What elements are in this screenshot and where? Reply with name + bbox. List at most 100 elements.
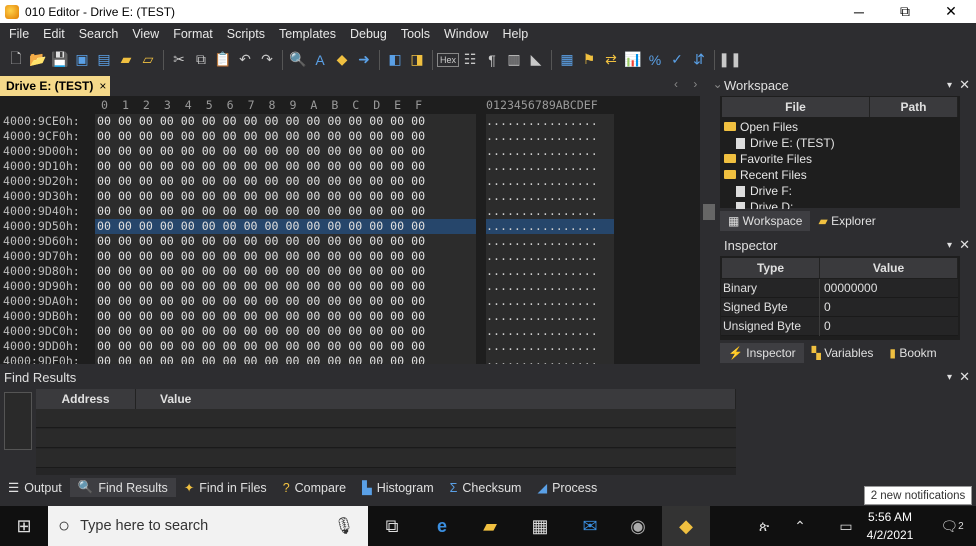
tab-bookmarks[interactable]: ▮ Bookm bbox=[881, 343, 944, 363]
show-whitespace-icon[interactable]: ¶ bbox=[482, 50, 502, 70]
hex-row-bytes[interactable]: 00 00 00 00 00 00 00 00 00 00 00 00 00 0… bbox=[95, 279, 476, 294]
hex-scrollbar[interactable] bbox=[700, 96, 718, 364]
tree-favorite-files[interactable]: Favorite Files bbox=[724, 151, 835, 167]
workspace-scrollbar[interactable] bbox=[960, 96, 976, 208]
hex-row-ascii[interactable]: ................ bbox=[486, 249, 614, 264]
hex-row-bytes[interactable]: 00 00 00 00 00 00 00 00 00 00 00 00 00 0… bbox=[95, 159, 476, 174]
hex-row-ascii[interactable]: ................ bbox=[486, 354, 614, 364]
hex-row-bytes[interactable]: 00 00 00 00 00 00 00 00 00 00 00 00 00 0… bbox=[95, 114, 476, 129]
task-view-icon[interactable]: ⧉ bbox=[368, 506, 416, 546]
save-as-icon[interactable]: ▣ bbox=[72, 50, 92, 70]
tab-checksum[interactable]: Σ Checksum bbox=[442, 479, 530, 497]
inspector-col-value[interactable]: Value bbox=[820, 258, 958, 278]
inspector-row[interactable]: Unsigned Byte 0 bbox=[721, 316, 958, 336]
find-col-value[interactable]: Value bbox=[136, 389, 736, 409]
tab-explorer[interactable]: ▰ Explorer bbox=[810, 211, 883, 231]
mail-icon[interactable]: ✉ bbox=[566, 506, 614, 546]
menu-tools[interactable]: Tools bbox=[394, 27, 437, 41]
hex-row-ascii[interactable]: ................ bbox=[486, 204, 614, 219]
hex-row-ascii[interactable]: ................ bbox=[486, 159, 614, 174]
redo-icon[interactable]: ↷ bbox=[257, 50, 277, 70]
hex-row-ascii[interactable]: ................ bbox=[486, 294, 614, 309]
doc-tab-drive-e[interactable]: Drive E: (TEST) × bbox=[0, 76, 110, 96]
copy-icon[interactable]: ⧉ bbox=[191, 50, 211, 70]
menu-scripts[interactable]: Scripts bbox=[220, 27, 272, 41]
inspector-close-icon[interactable]: ✕ bbox=[959, 237, 970, 253]
hex-row-ascii[interactable]: ................ bbox=[486, 279, 614, 294]
disk-icon[interactable]: ◉ bbox=[614, 506, 662, 546]
tree-recent-item[interactable]: Drive D: bbox=[724, 199, 835, 209]
hex-scroll-thumb[interactable] bbox=[703, 204, 715, 220]
hex-row-bytes[interactable]: 00 00 00 00 00 00 00 00 00 00 00 00 00 0… bbox=[95, 339, 476, 354]
hex-row-bytes[interactable]: 00 00 00 00 00 00 00 00 00 00 00 00 00 0… bbox=[95, 219, 476, 234]
menu-templates[interactable]: Templates bbox=[272, 27, 343, 41]
tree-open-item[interactable]: Drive E: (TEST) bbox=[724, 135, 835, 151]
hex-row-ascii[interactable]: ................ bbox=[486, 189, 614, 204]
maximize-button[interactable]: ⧉ bbox=[882, 0, 928, 23]
notification-toast[interactable]: 2 new notifications bbox=[864, 486, 972, 505]
calculator-icon[interactable]: ▦ bbox=[557, 50, 577, 70]
edge-icon[interactable]: e bbox=[418, 506, 466, 546]
chevron-up-icon[interactable]: ⌃ bbox=[776, 506, 824, 546]
open-file-icon[interactable]: 📂 bbox=[28, 50, 48, 70]
hex-row-bytes[interactable]: 00 00 00 00 00 00 00 00 00 00 00 00 00 0… bbox=[95, 264, 476, 279]
checksum-icon[interactable]: ✓ bbox=[667, 50, 687, 70]
columns-icon[interactable]: ▥ bbox=[504, 50, 524, 70]
010-editor-taskbar-icon[interactable]: ◆ bbox=[662, 506, 710, 546]
save-all-icon[interactable]: ▤ bbox=[94, 50, 114, 70]
menu-debug[interactable]: Debug bbox=[343, 27, 394, 41]
workspace-close-icon[interactable]: ✕ bbox=[959, 77, 970, 93]
new-file-icon[interactable]: 🗋 bbox=[6, 50, 26, 70]
tree-recent-files[interactable]: Recent Files bbox=[724, 167, 835, 183]
paste-icon[interactable]: 📋 bbox=[213, 50, 233, 70]
menu-edit[interactable]: Edit bbox=[36, 27, 72, 41]
tab-find-results[interactable]: 🔍 Find Results bbox=[69, 478, 176, 497]
open-folder-icon[interactable]: ▰ bbox=[116, 50, 136, 70]
find-results-menu-icon[interactable]: ▾ bbox=[947, 372, 952, 383]
close-button[interactable]: ✕ bbox=[928, 0, 974, 23]
taskbar-clock[interactable]: 5:56 AM 4/2/2021 bbox=[860, 508, 920, 544]
hex-row-bytes[interactable]: 00 00 00 00 00 00 00 00 00 00 00 00 00 0… bbox=[95, 294, 476, 309]
hex-row-bytes[interactable]: 00 00 00 00 00 00 00 00 00 00 00 00 00 0… bbox=[95, 204, 476, 219]
menu-window[interactable]: Window bbox=[437, 27, 495, 41]
workspace-col-path[interactable]: Path bbox=[870, 97, 958, 117]
highlight-icon[interactable]: ◣ bbox=[526, 50, 546, 70]
workspace-icon[interactable]: ▱ bbox=[138, 50, 158, 70]
file-explorer-icon[interactable]: ▰ bbox=[466, 506, 514, 546]
inspector-scrollbar[interactable] bbox=[960, 256, 976, 340]
tab-find-in-files[interactable]: ✦ Find in Files bbox=[176, 478, 275, 497]
inspector-menu-icon[interactable]: ▾ bbox=[947, 240, 952, 251]
minimize-button[interactable]: ─ bbox=[836, 0, 882, 23]
percent-icon[interactable]: % bbox=[645, 50, 665, 70]
hex-row-ascii[interactable]: ................ bbox=[486, 129, 614, 144]
histogram-icon[interactable]: 📊 bbox=[623, 50, 643, 70]
inspector-row[interactable]: Binary 00000000 bbox=[721, 278, 958, 298]
tab-output[interactable]: ☰ Output bbox=[0, 478, 70, 497]
hex-row-bytes[interactable]: 00 00 00 00 00 00 00 00 00 00 00 00 00 0… bbox=[95, 249, 476, 264]
store-icon[interactable]: ▦ bbox=[516, 506, 564, 546]
windows-start-icon[interactable]: ⊞ bbox=[0, 506, 48, 546]
hex-row-ascii[interactable]: ................ bbox=[486, 339, 614, 354]
hex-row-ascii[interactable]: ................ bbox=[486, 324, 614, 339]
goto-icon[interactable]: ➜ bbox=[354, 50, 374, 70]
hex-mode-icon[interactable]: Hex bbox=[437, 50, 460, 70]
tag-icon[interactable]: ⚑ bbox=[579, 50, 599, 70]
tab-process[interactable]: ◢ Process bbox=[529, 478, 605, 497]
inspector-col-type[interactable]: Type bbox=[722, 258, 820, 278]
doc-tab-close-icon[interactable]: × bbox=[99, 79, 106, 93]
pause-icon[interactable]: ❚❚ bbox=[718, 50, 741, 70]
tab-histogram[interactable]: ▙ Histogram bbox=[354, 478, 442, 497]
tree-recent-item[interactable]: Drive F: bbox=[724, 183, 835, 199]
action-center-icon[interactable]: 🗨 2 bbox=[928, 506, 976, 546]
find-in-files-icon[interactable]: ◆ bbox=[332, 50, 352, 70]
find-icon[interactable]: 🔍 bbox=[288, 50, 308, 70]
run-script-icon[interactable]: ◨ bbox=[407, 50, 427, 70]
tab-workspace[interactable]: ▦ Workspace bbox=[720, 211, 811, 231]
workspace-col-file[interactable]: File bbox=[722, 97, 870, 117]
tree-open-files[interactable]: Open Files bbox=[724, 119, 835, 135]
find-results-close-icon[interactable]: ✕ bbox=[959, 369, 970, 385]
text-mode-icon[interactable]: ☷ bbox=[460, 50, 480, 70]
microphone-icon[interactable]: 🎙 bbox=[334, 516, 354, 536]
hex-row-bytes[interactable]: 00 00 00 00 00 00 00 00 00 00 00 00 00 0… bbox=[95, 354, 476, 364]
menu-help[interactable]: Help bbox=[495, 27, 535, 41]
